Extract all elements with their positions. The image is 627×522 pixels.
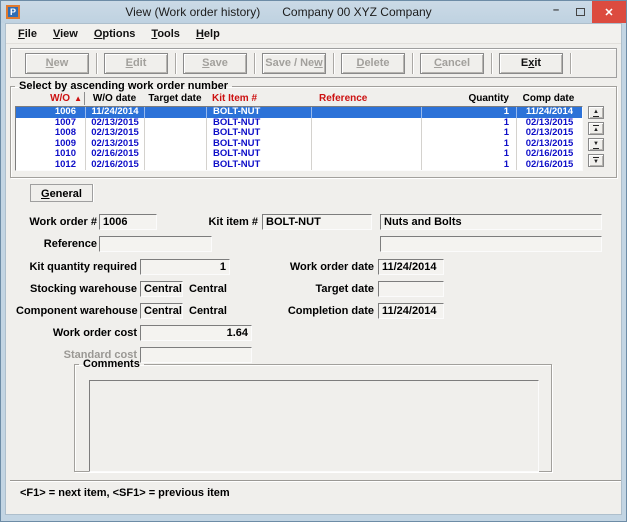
work-order-table: 1006 11/24/2014 BOLT-NUT 1 11/24/2014 1007 02…	[15, 106, 583, 171]
reference-label: Reference	[43, 238, 97, 250]
kit-quantity-label: Kit quantity required	[29, 261, 137, 273]
maximize-icon	[575, 8, 585, 16]
kit-item-description-field[interactable]: Nuts and Bolts	[380, 214, 602, 230]
column-header-quantity: Quantity	[468, 93, 509, 104]
minimize-button[interactable]: –	[544, 1, 568, 23]
target-date-label: Target date	[315, 283, 374, 295]
table-row[interactable]: 1009 02/13/2015 BOLT-NUT 1 02/13/2015	[16, 138, 582, 150]
completion-date-field[interactable]: 11/24/2014	[378, 303, 444, 319]
groupbox-legend: Select by ascending work order number	[19, 80, 229, 92]
scroll-page-down-button[interactable]: ▼	[588, 138, 604, 151]
stocking-warehouse-field[interactable]: Central	[140, 281, 183, 297]
cancel-button[interactable]: Cancel	[420, 52, 484, 74]
menu-view[interactable]: View	[45, 26, 86, 42]
work-order-cost-label: Work order cost	[52, 327, 137, 339]
completion-date-label: Completion date	[287, 305, 374, 317]
table-row[interactable]: 1012 02/16/2015 BOLT-NUT 1 02/16/2015	[16, 159, 582, 170]
column-header-wo[interactable]: W/O ▲	[15, 92, 85, 105]
save-button[interactable]: Save	[183, 52, 247, 74]
toolbar-separator	[254, 52, 255, 74]
edit-button[interactable]: Edit	[104, 52, 168, 74]
window-title-company: Company 00 XYZ Company	[282, 5, 432, 19]
scroll-row-up-button[interactable]: ▲	[588, 106, 604, 119]
scroll-row-down-button[interactable]: ▼	[588, 154, 604, 167]
maximize-button[interactable]	[568, 1, 592, 23]
menu-options[interactable]: Options	[86, 26, 144, 42]
scroll-page-up-button[interactable]: ▲	[588, 122, 604, 135]
table-row[interactable]: 1006 11/24/2014 BOLT-NUT 1 11/24/2014	[16, 107, 582, 118]
comments-textarea[interactable]	[89, 380, 539, 472]
close-icon: ✕	[604, 6, 614, 19]
window-body: File View Options Tools Help New Edit Sa…	[5, 23, 622, 515]
page-down-icon: ▼	[593, 140, 599, 149]
kit-item-label: Kit item #	[208, 216, 258, 228]
delete-button[interactable]: Delete	[341, 52, 405, 74]
page-up-icon: ▲	[593, 124, 599, 133]
stocking-warehouse-label: Stocking warehouse	[30, 283, 137, 295]
tab-general[interactable]: General	[30, 184, 93, 202]
comments-legend: Comments	[83, 358, 140, 370]
toolbar-separator	[175, 52, 176, 74]
close-button[interactable]: ✕	[592, 1, 626, 23]
kit-quantity-field[interactable]: 1	[140, 259, 230, 275]
status-divider	[10, 480, 621, 482]
comments-groupbox: Comments	[74, 358, 552, 472]
work-order-list-groupbox: Select by ascending work order number W/…	[10, 80, 617, 178]
work-order-label: Work order #	[29, 216, 97, 228]
minimize-icon: –	[552, 4, 560, 16]
table-row[interactable]: 1007 02/13/2015 BOLT-NUT 1 02/13/2015	[16, 117, 582, 129]
save-new-button[interactable]: Save / New	[262, 52, 326, 74]
work-order-date-label: Work order date	[289, 261, 374, 273]
toolbar: New Edit Save Save / New Delete Cancel E…	[10, 48, 617, 78]
grid-scroll-buttons: ▲ ▲ ▼ ▼	[588, 106, 604, 167]
grid-header: W/O ▲ W/O date Target date Kit Item # Ref…	[15, 92, 581, 105]
column-header-kit-item[interactable]: Kit Item #	[206, 92, 311, 105]
exit-button[interactable]: Exit	[499, 52, 563, 74]
sort-ascending-icon: ▲	[74, 94, 82, 103]
column-header-reference[interactable]: Reference	[311, 92, 421, 105]
app-window: P View (Work order history) Company 00 XY…	[0, 0, 627, 522]
column-header-comp-date: Comp date	[522, 93, 575, 104]
toolbar-separator	[491, 52, 492, 74]
toolbar-separator	[570, 52, 571, 74]
menu-tools[interactable]: Tools	[143, 26, 188, 42]
column-header-target-date: Target date	[148, 93, 202, 104]
menu-file[interactable]: File	[10, 26, 45, 42]
row-down-icon: ▼	[593, 156, 599, 165]
row-up-icon: ▲	[593, 108, 599, 117]
target-date-field[interactable]	[378, 281, 444, 297]
table-row[interactable]: 1010 02/16/2015 BOLT-NUT 1 02/16/2015	[16, 149, 582, 160]
table-row[interactable]: 1008 02/13/2015 BOLT-NUT 1 02/13/2015	[16, 128, 582, 139]
reference-description-field[interactable]	[380, 236, 602, 252]
menu-bar: File View Options Tools Help	[6, 24, 621, 44]
toolbar-separator	[412, 52, 413, 74]
column-header-wo-date: W/O date	[92, 93, 137, 104]
window-title: View (Work order history) Company 00 XYZ …	[1, 5, 556, 19]
menu-help[interactable]: Help	[188, 26, 228, 42]
title-bar: P View (Work order history) Company 00 XY…	[1, 1, 626, 23]
new-button[interactable]: New	[25, 52, 89, 74]
work-order-cost-field[interactable]: 1.64	[140, 325, 252, 341]
stocking-warehouse-description: Central	[189, 283, 227, 295]
reference-field[interactable]	[99, 236, 212, 252]
toolbar-separator	[96, 52, 97, 74]
component-warehouse-field[interactable]: Central	[140, 303, 183, 319]
status-hint: <F1> = next item, <SF1> = previous item	[20, 487, 230, 499]
work-order-date-field[interactable]: 11/24/2014	[378, 259, 444, 275]
component-warehouse-description: Central	[189, 305, 227, 317]
toolbar-separator	[333, 52, 334, 74]
component-warehouse-label: Component warehouse	[16, 305, 138, 317]
kit-item-field[interactable]: BOLT-NUT	[262, 214, 372, 230]
work-order-field[interactable]: 1006	[99, 214, 157, 230]
window-title-primary: View (Work order history)	[125, 5, 261, 19]
